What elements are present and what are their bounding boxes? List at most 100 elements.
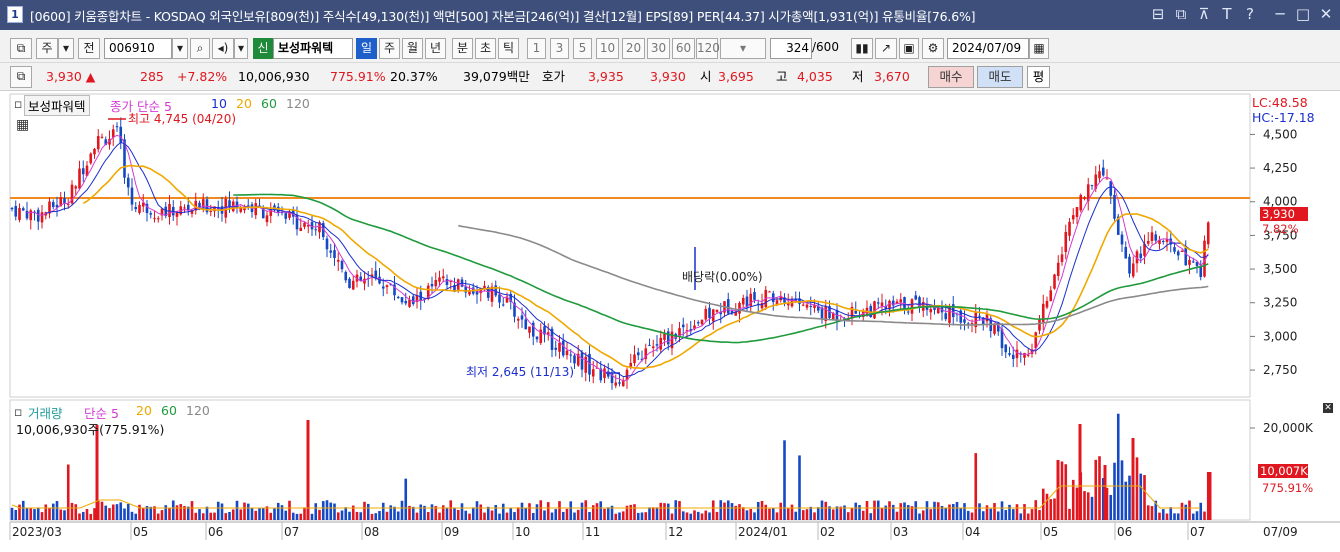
ma10-legend[interactable]: 10: [211, 96, 227, 111]
volume-bar: [329, 502, 333, 520]
ma20-legend[interactable]: 20: [236, 96, 252, 111]
candle-body: [1146, 240, 1150, 244]
candle-body: [40, 212, 44, 223]
restore-icon[interactable]: ⧉: [1171, 5, 1191, 23]
interval-3[interactable]: 3: [550, 38, 569, 59]
pane-collapse-icon[interactable]: ▫: [14, 96, 22, 111]
tab-yearly[interactable]: 년: [425, 38, 446, 59]
volume-bar: [861, 510, 865, 520]
pin-icon[interactable]: ⊼: [1194, 5, 1214, 23]
minimize-icon[interactable]: ─: [1270, 5, 1290, 23]
volume-spike-bar: [1103, 465, 1107, 520]
code-dropdown-icon[interactable]: ▾: [172, 38, 188, 59]
volume-bar: [171, 500, 175, 520]
volume-bar: [846, 512, 850, 520]
calendar-icon[interactable]: ▦: [1029, 38, 1049, 59]
prev-button[interactable]: 전: [78, 38, 100, 59]
volume-bar: [805, 509, 809, 520]
buy-button[interactable]: 매수: [928, 66, 974, 88]
speaker-dropdown-icon[interactable]: ▾: [234, 38, 248, 59]
speaker-icon[interactable]: ◂): [212, 38, 234, 59]
volume-bar: [651, 507, 655, 520]
interval-30[interactable]: 30: [647, 38, 670, 59]
volume-bar: [160, 510, 164, 520]
tab-tick[interactable]: 틱: [498, 38, 519, 59]
close-icon[interactable]: ✕: [1316, 5, 1336, 23]
candle-body: [1101, 167, 1105, 176]
font-icon[interactable]: T: [1217, 5, 1237, 23]
maximize-icon[interactable]: □: [1293, 5, 1313, 23]
search-icon[interactable]: ⌕: [190, 38, 210, 59]
vol-ma120-legend[interactable]: 120: [186, 403, 210, 418]
date-input[interactable]: 2024/07/09: [947, 38, 1029, 59]
tab-weekly[interactable]: 주: [379, 38, 400, 59]
market-select[interactable]: 주: [36, 38, 58, 59]
candle-body: [284, 213, 288, 219]
tab-second[interactable]: 초: [475, 38, 496, 59]
layout-icon[interactable]: ⧉: [10, 38, 32, 59]
save-icon[interactable]: ▣: [899, 38, 919, 59]
volume-bar: [591, 505, 595, 520]
draw-tool-icon[interactable]: ↗: [875, 38, 897, 59]
interval-120[interactable]: 120: [696, 38, 720, 59]
stock-code-input[interactable]: 006910: [104, 38, 172, 59]
volume-bar: [381, 502, 385, 520]
volume-bar: [1158, 512, 1161, 520]
volume-bar: [288, 500, 291, 520]
price-tick-label: 2,750: [1263, 363, 1297, 377]
volume-bar: [951, 503, 955, 520]
interval-10[interactable]: 10: [596, 38, 619, 59]
volume-bar: [790, 504, 794, 520]
volume-bar: [678, 501, 681, 520]
stock-tag[interactable]: 보성파워텍: [24, 95, 90, 116]
interval-20[interactable]: 20: [622, 38, 645, 59]
volume-bar: [524, 507, 528, 520]
quote-layout-icon[interactable]: ⧉: [10, 66, 32, 88]
minimize-to-tray-icon[interactable]: ⊟: [1148, 5, 1168, 23]
ma60-legend[interactable]: 60: [261, 96, 277, 111]
chart-area[interactable]: 4,500 4,250 4,000 3,750 3,500 3,250 3,000 2,750…: [0, 92, 1340, 549]
candle-body: [1131, 263, 1135, 277]
gear-icon[interactable]: ⚙: [922, 38, 944, 59]
candle-body: [63, 198, 66, 204]
interval-60[interactable]: 60: [672, 38, 695, 59]
volume-pane-collapse-icon[interactable]: ▫: [14, 404, 22, 419]
volume-pane-close-icon[interactable]: ✕: [1323, 403, 1333, 413]
volume-bar: [614, 513, 618, 520]
candle-body: [265, 215, 269, 223]
volume-bar: [693, 510, 696, 520]
bar-count-input[interactable]: 324: [770, 38, 812, 59]
eval-button[interactable]: 평: [1027, 66, 1050, 88]
candle-body: [970, 323, 974, 325]
volume-bar: [595, 503, 599, 520]
ma120-legend[interactable]: 120: [286, 96, 310, 111]
help-icon[interactable]: ?: [1240, 5, 1260, 23]
candle-body: [25, 210, 29, 219]
tab-minute[interactable]: 분: [452, 38, 473, 59]
custom-interval-select[interactable]: ▾: [720, 38, 766, 59]
high-price: 4,035: [797, 69, 833, 84]
sell-button[interactable]: 매도: [977, 66, 1023, 88]
vol-ma20-legend[interactable]: 20: [136, 403, 152, 418]
stock-chart-svg[interactable]: 4,5004,2504,0003,7503,5003,2503,0002,750…: [0, 92, 1340, 549]
market-dropdown-icon[interactable]: ▾: [58, 38, 74, 59]
volume-bar: [100, 501, 104, 520]
vol-ma60-legend[interactable]: 60: [161, 403, 177, 418]
candle-body: [768, 291, 771, 293]
volume-bar: [775, 512, 779, 520]
candle-body: [603, 368, 606, 379]
interval-5[interactable]: 5: [573, 38, 592, 59]
volume-bar: [993, 503, 996, 520]
candle-type-icon[interactable]: ▮▮: [851, 38, 873, 59]
new-button[interactable]: 신: [253, 38, 273, 59]
volume-bar: [899, 503, 903, 520]
interval-1[interactable]: 1: [527, 38, 546, 59]
tab-monthly[interactable]: 월: [402, 38, 423, 59]
table-icon[interactable]: ▦: [16, 117, 29, 133]
volume-bar: [1075, 487, 1079, 520]
volume-bar: [1139, 473, 1143, 520]
x-axis-label: 09: [444, 525, 459, 539]
candle-body: [880, 302, 884, 307]
volume-bar: [415, 512, 419, 520]
tab-daily[interactable]: 일: [356, 38, 377, 59]
